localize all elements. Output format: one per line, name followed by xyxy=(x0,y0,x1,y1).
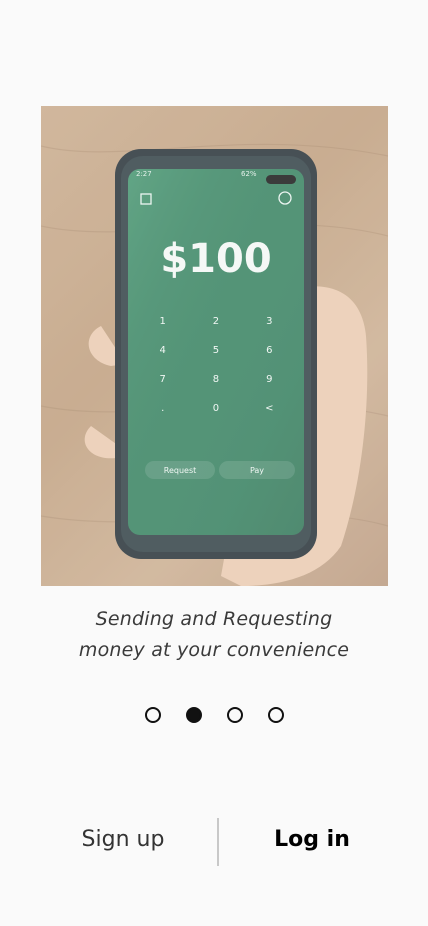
pager-dots xyxy=(0,707,428,723)
status-battery: 62% xyxy=(241,170,257,178)
caption-line-2: money at your convenience xyxy=(78,639,350,661)
hero-keypad-key: 3 xyxy=(266,316,273,327)
pager-dot-1[interactable] xyxy=(144,707,161,723)
hero-keypad-key: . xyxy=(161,403,165,414)
onboarding-caption: Sending and Requesting money at your con… xyxy=(0,604,428,666)
hero-keypad-key: 0 xyxy=(212,403,220,414)
actions-divider xyxy=(217,818,219,866)
onboarding-screen: 2:27 62% $100 1 2 3 4 5 6 7 8 9. 0 < Request Pay S… xyxy=(0,0,428,926)
hero-keypad-key: < xyxy=(265,403,274,414)
hero-keypad-key: 6 xyxy=(266,345,273,356)
hero-keypad-key: 9 xyxy=(266,374,273,385)
hero-amount: $100 xyxy=(160,236,272,282)
hero-image: 2:27 62% $100 1 2 3 4 5 6 7 8 9. 0 < Request Pay xyxy=(41,106,388,586)
status-time: 2:27 xyxy=(136,170,152,178)
pager-dot-4[interactable] xyxy=(267,707,284,723)
hero-keypad-key: 5 xyxy=(212,345,220,356)
caption-line-1: Sending and Requesting xyxy=(95,608,333,630)
hero-keypad-key: 8 xyxy=(212,374,220,385)
hero-keypad-key: 1 xyxy=(159,316,166,327)
pager-dot-3[interactable] xyxy=(226,707,243,723)
pager-dot-2[interactable] xyxy=(185,707,202,723)
log-in-button[interactable]: Log in xyxy=(262,818,362,860)
hero-keypad: 1 2 3 4 5 6 7 8 9. 0 < xyxy=(136,316,296,414)
hero-keypad-key: 2 xyxy=(212,316,220,327)
hero-keypad-key: 7 xyxy=(159,374,166,385)
hero-pay-label: Pay xyxy=(219,461,295,479)
sign-up-button[interactable]: Sign up xyxy=(62,818,184,860)
hero-request-label: Request xyxy=(145,461,215,479)
hero-keypad-key: 4 xyxy=(159,345,166,356)
